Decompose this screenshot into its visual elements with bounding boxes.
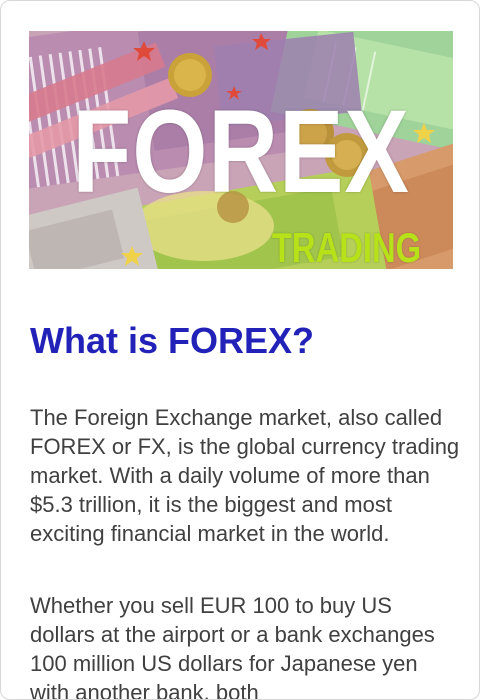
content-card: FOREX TRADING What is FOREX? The Foreign… (0, 0, 480, 700)
article-paragraph: Whether you sell EUR 100 to buy US dolla… (30, 593, 435, 700)
article-paragraph: The Foreign Exchange market, also called… (30, 405, 460, 546)
page-title: What is FOREX? (30, 320, 315, 361)
forex-hero-banner: FOREX TRADING (29, 31, 453, 269)
hero-title: FOREX (72, 86, 410, 218)
hero-subtitle: TRADING (271, 224, 422, 269)
